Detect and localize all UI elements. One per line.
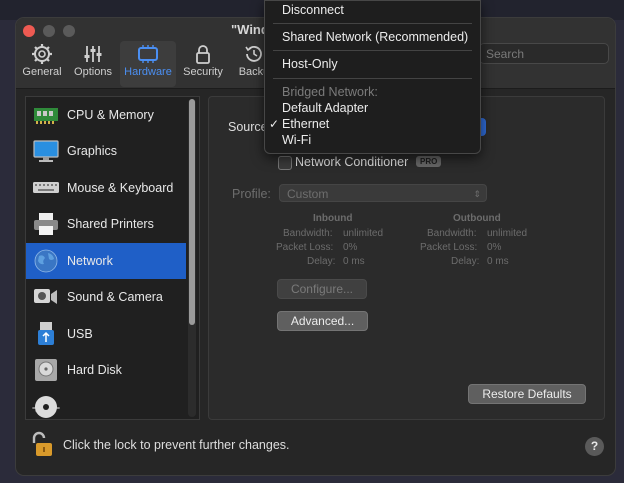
menu-item-shared-network[interactable]: Shared Network (Recommended) <box>282 30 468 44</box>
zoom-button[interactable] <box>63 25 75 37</box>
help-button[interactable]: ? <box>585 437 604 456</box>
sidebar-item-label: Hard Disk <box>67 363 122 377</box>
sidebar-scrollbar[interactable] <box>188 99 196 417</box>
lock-icon <box>196 45 210 64</box>
sidebar-item-mouse-keyboard[interactable]: Mouse & Keyboard <box>26 170 186 206</box>
toolbar-options[interactable]: Options <box>70 41 116 87</box>
sidebar-item-hard-disk[interactable]: Hard Disk <box>26 352 186 388</box>
usb-icon <box>38 322 54 345</box>
sidebar-scroll-thumb[interactable] <box>189 99 195 325</box>
toolbar-general[interactable]: General <box>21 41 63 87</box>
lock-status-text: Click the lock to prevent further change… <box>63 438 290 452</box>
menu-item-wifi[interactable]: Wi-Fi <box>282 133 311 147</box>
printer-icon <box>34 213 58 235</box>
keyboard-icon <box>33 182 59 193</box>
hard-disk-icon <box>35 359 57 381</box>
sidebar-item-label: USB <box>67 327 93 341</box>
chevron-updown-icon: ⇕ <box>473 189 481 199</box>
restore-defaults-button[interactable]: Restore Defaults <box>468 384 586 404</box>
profile-value: Custom <box>287 187 329 201</box>
inbound-packet-loss-value: 0% <box>343 242 358 253</box>
gear-icon <box>32 44 52 64</box>
search-field[interactable]: Search <box>479 43 609 64</box>
add-device-button[interactable]: + <box>27 401 45 417</box>
menu-header-bridged-network: Bridged Network: <box>282 85 378 99</box>
network-conditioner-label: Network Conditioner <box>295 155 409 169</box>
hardware-sidebar: CPU & Memory Graphics Mouse & Keyboard S… <box>25 96 200 420</box>
close-button[interactable] <box>23 25 35 37</box>
menu-separator <box>273 23 472 24</box>
inbound-title: Inbound <box>313 213 353 224</box>
backup-clock-icon <box>245 46 262 62</box>
sidebar-item-label: Shared Printers <box>67 217 154 231</box>
checkmark-icon: ✓ <box>269 117 280 131</box>
outbound-packet-loss-value: 0% <box>487 242 502 253</box>
sidebar-item-sound-camera[interactable]: Sound & Camera <box>26 279 186 315</box>
sidebar-item-label: Sound & Camera <box>67 290 163 304</box>
sidebar-item-shared-printers[interactable]: Shared Printers <box>26 206 186 242</box>
outbound-bandwidth-label: Bandwidth: <box>427 228 477 239</box>
inbound-bandwidth-label: Bandwidth: <box>283 228 333 239</box>
outbound-delay-value: 0 ms <box>487 256 509 267</box>
configure-button[interactable]: Configure... <box>277 279 367 299</box>
menu-item-ethernet[interactable]: Ethernet <box>282 117 329 131</box>
toolbar-security[interactable]: Security <box>180 41 226 87</box>
globe-icon <box>34 249 58 273</box>
menu-item-host-only[interactable]: Host-Only <box>282 57 338 71</box>
inbound-packet-loss-label: Packet Loss: <box>276 242 334 253</box>
profile-popup[interactable]: Custom ⇕ <box>279 184 487 202</box>
toolbar-label: Options <box>74 66 112 78</box>
inbound-delay-value: 0 ms <box>343 256 365 267</box>
sidebar-item-label: CPU & Memory <box>67 108 154 122</box>
source-dropdown-menu: Disconnect Shared Network (Recommended) … <box>264 0 481 154</box>
inbound-bandwidth-value: unlimited <box>343 228 384 239</box>
unlocked-padlock-icon[interactable] <box>31 431 55 458</box>
sidebar-item-graphics[interactable]: Graphics <box>26 133 186 169</box>
sidebar-item-cpu-memory[interactable]: CPU & Memory <box>26 97 186 133</box>
inbound-delay-label: Delay: <box>307 256 336 267</box>
sidebar-item-label: Graphics <box>67 144 118 158</box>
toolbar-label: Hardware <box>124 66 172 78</box>
outbound-delay-label: Delay: <box>451 256 480 267</box>
toolbar-label: General <box>22 66 62 78</box>
sliders-icon <box>84 46 102 62</box>
camera-speaker-icon <box>34 289 57 304</box>
minimize-button[interactable] <box>43 25 55 37</box>
advanced-button[interactable]: Advanced... <box>277 311 368 331</box>
sidebar-item-network[interactable]: Network <box>26 243 186 279</box>
sidebar-item-label: Network <box>67 254 113 268</box>
toolbar-label: Security <box>183 66 223 78</box>
hardware-icon <box>138 45 158 63</box>
cpu-memory-icon <box>34 108 58 124</box>
sidebar-item-usb[interactable]: USB <box>26 316 186 352</box>
source-label: Source <box>228 120 268 134</box>
menu-item-disconnect[interactable]: Disconnect <box>282 3 344 17</box>
sidebar-item-label: Mouse & Keyboard <box>67 181 174 195</box>
monitor-icon <box>33 140 59 162</box>
menu-item-default-adapter[interactable]: Default Adapter <box>282 101 368 115</box>
pro-badge: PRO <box>416 156 442 167</box>
profile-label: Profile: <box>232 187 271 201</box>
toolbar-hardware[interactable]: Hardware <box>120 41 176 87</box>
menu-separator <box>273 78 472 79</box>
network-conditioner-checkbox[interactable] <box>278 156 292 170</box>
outbound-title: Outbound <box>453 213 501 224</box>
menu-separator <box>273 50 472 51</box>
outbound-packet-loss-label: Packet Loss: <box>420 242 478 253</box>
remove-device-button[interactable]: − <box>47 401 65 417</box>
outbound-bandwidth-value: unlimited <box>487 228 528 239</box>
